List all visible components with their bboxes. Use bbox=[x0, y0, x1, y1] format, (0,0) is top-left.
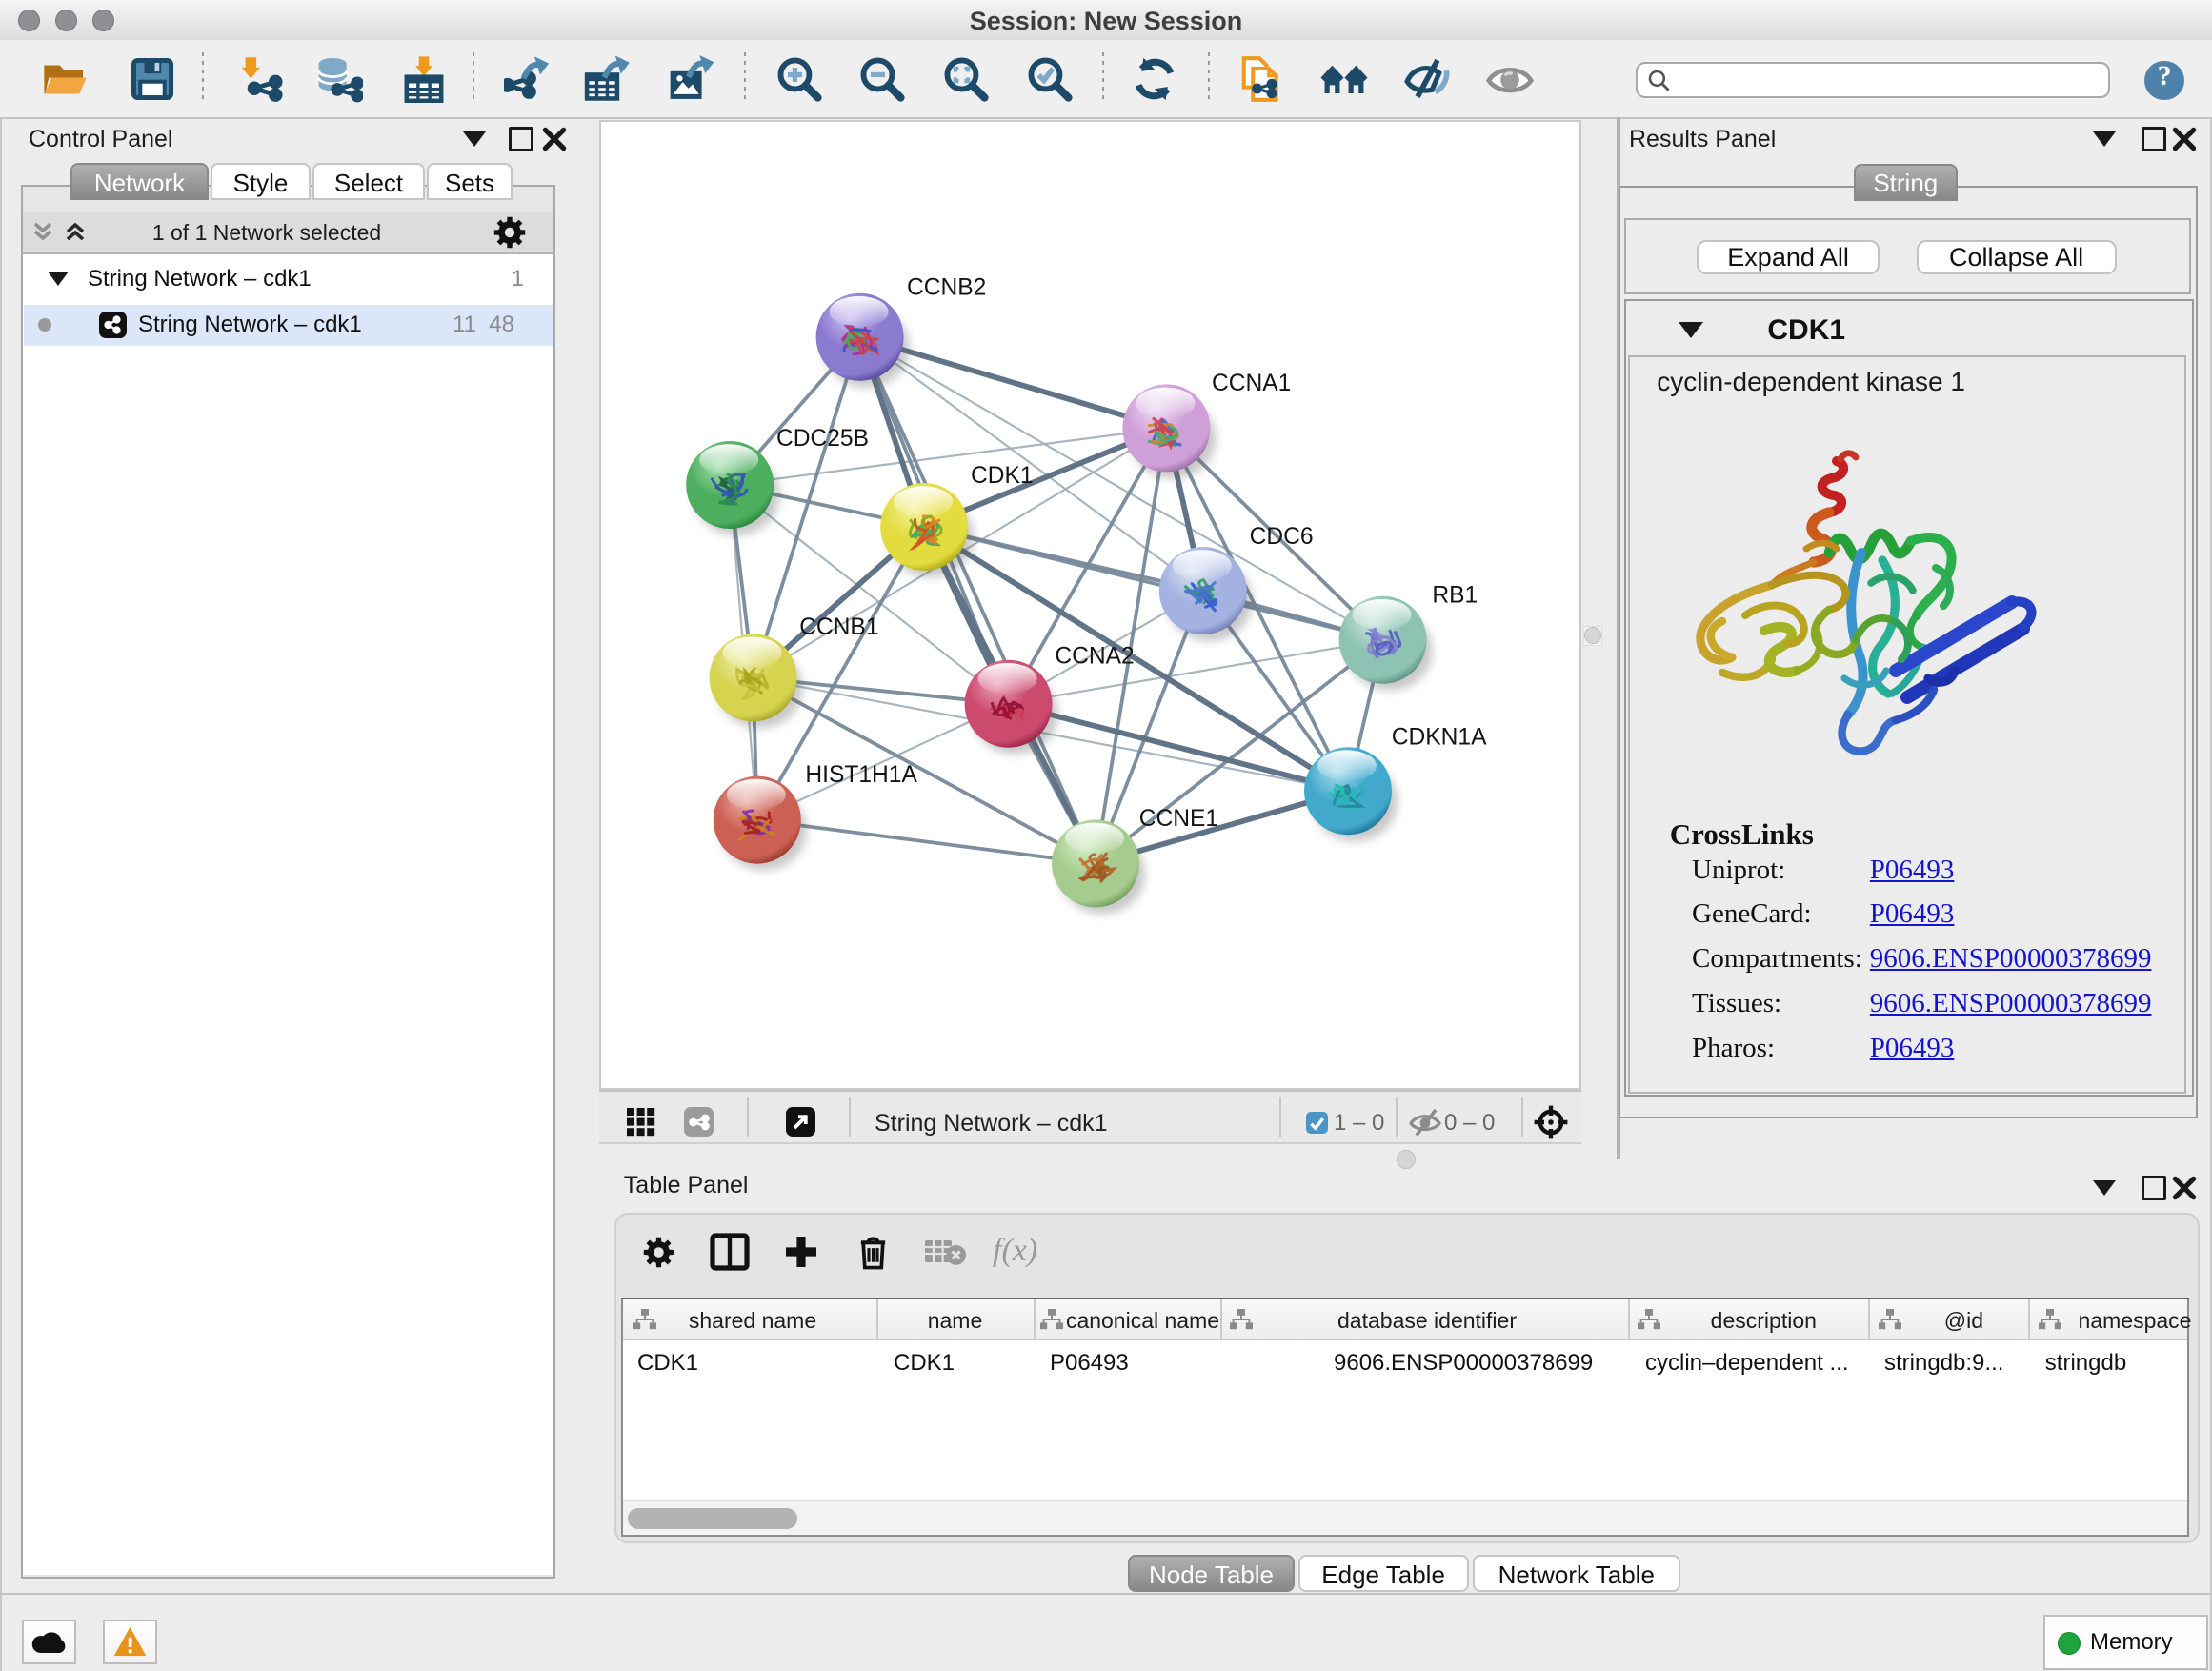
svg-text:CCNB1: CCNB1 bbox=[799, 614, 878, 639]
svg-text:RB1: RB1 bbox=[1432, 582, 1478, 608]
svg-text:HIST1H1A: HIST1H1A bbox=[805, 762, 917, 788]
svg-text:CDK1: CDK1 bbox=[971, 463, 1034, 489]
svg-text:CCNA1: CCNA1 bbox=[1212, 371, 1291, 396]
svg-text:CDKN1A: CDKN1A bbox=[1392, 724, 1487, 750]
svg-text:CCNB2: CCNB2 bbox=[907, 274, 986, 300]
svg-text:CDC25B: CDC25B bbox=[776, 425, 869, 451]
svg-text:CCNA2: CCNA2 bbox=[1055, 643, 1134, 669]
svg-text:CDC6: CDC6 bbox=[1250, 524, 1314, 550]
svg-text:CCNE1: CCNE1 bbox=[1139, 806, 1218, 832]
